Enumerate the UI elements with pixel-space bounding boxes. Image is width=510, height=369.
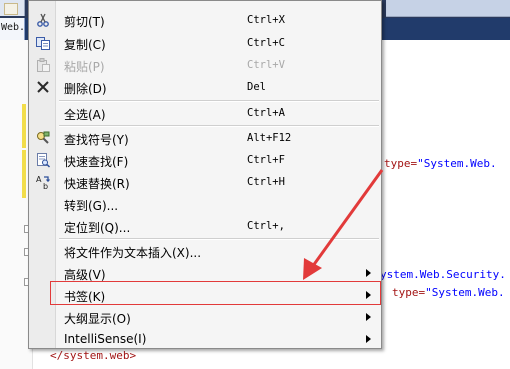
- menu-item-label: 粘贴(P): [64, 60, 105, 74]
- menu-separator: [59, 238, 379, 240]
- code-close-tag: </system.web>: [50, 349, 137, 362]
- code-attr: type=: [392, 286, 426, 299]
- quick-replace-icon: A b: [36, 175, 50, 190]
- menu-item-navigate-to[interactable]: 定位到(Q)... Ctrl+,: [29, 215, 381, 237]
- code-value: "System.Web.: [417, 157, 497, 170]
- code-line: ystem.Web.Security.: [380, 268, 506, 281]
- menu-item-paste[interactable]: 粘贴(P) Ctrl+V: [29, 54, 381, 76]
- code-attr: type=: [384, 157, 418, 170]
- menu-item-label: 全选(A): [64, 108, 106, 122]
- menu-item-bookmarks[interactable]: 书签(K): [29, 284, 381, 306]
- menu-item-shortcut: Ctrl+,: [247, 220, 285, 232]
- menu-item-select-all[interactable]: 全选(A) Ctrl+A: [29, 102, 381, 124]
- menu-item-shortcut: Ctrl+F: [247, 154, 285, 166]
- toolbar-band: [386, 0, 510, 17]
- submenu-arrow-icon: [366, 269, 371, 277]
- menu-item-label: 将文件作为文本插入(X)...: [64, 246, 202, 260]
- submenu-arrow-icon: [366, 335, 371, 343]
- menu-item-shortcut: Ctrl+V: [247, 59, 285, 71]
- menu-item-label: 高级(V): [64, 268, 106, 282]
- file-tab-left[interactable]: [0, 0, 25, 16]
- code-line: </system.web>: [50, 349, 136, 362]
- menu-separator: [59, 100, 379, 102]
- context-menu: 剪切(T) Ctrl+X 复制(C) Ctrl+C 粘贴(P) Ctrl+V 删…: [28, 0, 382, 349]
- code-value: ystem.Web.Security.: [380, 268, 506, 281]
- menu-separator: [59, 125, 379, 127]
- submenu-arrow-icon: [366, 291, 371, 299]
- copy-icon: [36, 37, 50, 50]
- scissors-icon: [37, 13, 49, 27]
- menu-item-label: 快速查找(F): [64, 155, 129, 169]
- code-value: "System.Web.: [425, 286, 505, 299]
- menu-item-copy[interactable]: 复制(C) Ctrl+C: [29, 32, 381, 54]
- find-symbol-icon: [37, 131, 50, 144]
- menu-item-delete[interactable]: 删除(D) Del: [29, 76, 381, 98]
- menu-item-shortcut: Ctrl+A: [247, 107, 285, 119]
- menu-item-find-symbol[interactable]: 查找符号(Y) Alt+F12: [29, 127, 381, 149]
- change-marker: [22, 104, 26, 148]
- menu-item-shortcut: Del: [247, 81, 266, 93]
- menu-item-insert-file-as-text[interactable]: 将文件作为文本插入(X)...: [29, 240, 381, 262]
- delete-x-icon: [37, 81, 49, 93]
- menu-item-quick-find[interactable]: 快速查找(F) Ctrl+F: [29, 149, 381, 171]
- quick-find-icon: [37, 153, 51, 168]
- menu-item-goto[interactable]: 转到(G)...: [29, 193, 381, 215]
- menu-item-label: 书签(K): [64, 290, 106, 304]
- document-tab-label: Web.: [1, 22, 26, 33]
- menu-item-shortcut: Ctrl+X: [247, 14, 285, 26]
- menu-item-label: 转到(G)...: [64, 199, 119, 213]
- menu-item-label: IntelliSense(I): [64, 332, 147, 346]
- menu-item-cut[interactable]: 剪切(T) Ctrl+X: [29, 9, 381, 31]
- svg-text:b: b: [43, 182, 48, 190]
- menu-item-label: 定位到(Q)...: [64, 221, 131, 235]
- paste-icon: [37, 58, 50, 72]
- file-icon: [4, 3, 18, 15]
- menu-item-outlining[interactable]: 大纲显示(O): [29, 306, 381, 328]
- menu-item-label: 剪切(T): [64, 15, 105, 29]
- menu-item-quick-replace[interactable]: A b 快速替换(R) Ctrl+H: [29, 171, 381, 193]
- menu-item-label: 查找符号(Y): [64, 133, 129, 147]
- menu-item-shortcut: Ctrl+H: [247, 176, 285, 188]
- code-line: type="System.Web.: [392, 286, 505, 299]
- menu-item-intellisense[interactable]: IntelliSense(I): [29, 328, 381, 350]
- document-tab[interactable]: Web.: [0, 18, 25, 40]
- menu-item-label: 删除(D): [64, 82, 107, 96]
- menu-item-label: 快速替换(R): [64, 177, 130, 191]
- menu-item-label: 大纲显示(O): [64, 312, 131, 326]
- change-marker: [22, 150, 26, 198]
- menu-item-shortcut: Alt+F12: [247, 132, 292, 144]
- submenu-arrow-icon: [366, 313, 371, 321]
- svg-text:A: A: [36, 175, 42, 184]
- code-line: type="System.Web.: [384, 157, 497, 170]
- menu-item-advanced[interactable]: 高级(V): [29, 262, 381, 284]
- menu-item-shortcut: Ctrl+C: [247, 37, 285, 49]
- menu-item-label: 复制(C): [64, 38, 106, 52]
